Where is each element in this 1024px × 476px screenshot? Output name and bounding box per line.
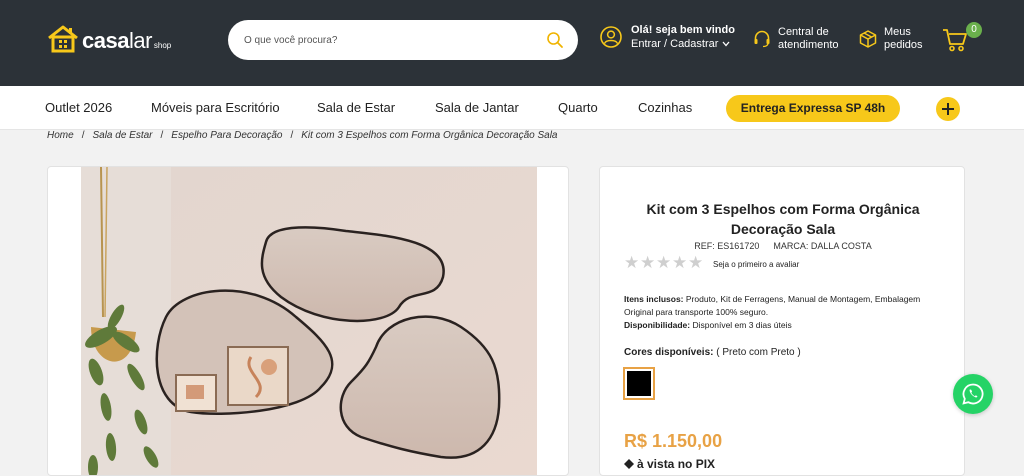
product-price: R$ 1.150,00 — [624, 431, 723, 451]
product-photo[interactable] — [81, 167, 537, 476]
orders-line1: Meus — [884, 26, 911, 38]
whatsapp-button[interactable] — [953, 374, 993, 414]
support-line1: Central de — [778, 26, 829, 38]
product-image-card — [47, 166, 569, 476]
user-icon — [600, 26, 622, 48]
headset-icon — [754, 30, 770, 48]
product-details: Itens inclusos: Produto, Kit de Ferragen… — [624, 294, 921, 330]
product-title: Kit com 3 Espelhos com Forma Orgânica De… — [646, 201, 920, 237]
logo-shop-text: shop — [153, 41, 172, 50]
rating-stars[interactable]: ★ ★ ★ ★ ★ — [624, 253, 704, 272]
pix-note: à vista no PIX — [624, 457, 715, 471]
login-link[interactable]: Entrar / Cadastrar — [631, 38, 735, 50]
site-header: casalar shop Olá! seja bem vindo Entrar … — [0, 0, 1024, 86]
support-line2: atendimento — [778, 39, 839, 51]
search-icon[interactable] — [546, 31, 564, 49]
breadcrumb-sala-estar[interactable]: Sala de Estar — [92, 130, 152, 141]
color-swatch-black[interactable] — [623, 367, 655, 400]
search-input[interactable] — [244, 20, 534, 60]
cart-count-badge: 0 — [966, 22, 982, 38]
logo[interactable]: casalar shop — [46, 24, 171, 54]
breadcrumb-current: Kit com 3 Espelhos com Forma Orgânica De… — [301, 130, 558, 141]
star-icon: ★ — [624, 253, 640, 272]
express-delivery-button[interactable]: Entrega Expressa SP 48h — [726, 95, 900, 122]
orders-link[interactable]: Meus pedidos — [858, 26, 923, 52]
whatsapp-icon — [962, 383, 984, 405]
product-brand: DALLA COSTA — [810, 241, 872, 251]
search-bar — [228, 20, 578, 60]
pix-icon — [624, 459, 634, 469]
breadcrumb: Home / Sala de Estar / Espelho Para Deco… — [47, 130, 558, 141]
logo-text: casalar — [82, 28, 152, 53]
star-icon: ★ — [656, 253, 672, 272]
nav-item-cozinhas[interactable]: Cozinhas — [638, 86, 692, 130]
breadcrumb-espelho[interactable]: Espelho Para Decoração — [171, 130, 282, 141]
orders-line2: pedidos — [884, 39, 923, 51]
nav-item-outlet[interactable]: Outlet 2026 — [45, 86, 112, 130]
star-icon: ★ — [640, 253, 656, 272]
product-info-panel: Kit com 3 Espelhos com Forma Orgânica De… — [599, 166, 965, 476]
nav-item-sala-estar[interactable]: Sala de Estar — [317, 86, 395, 130]
account-greeting: Olá! seja bem vindo — [631, 24, 735, 36]
star-icon: ★ — [672, 253, 688, 272]
more-categories-plus-icon[interactable] — [936, 97, 960, 121]
nav-item-quarto[interactable]: Quarto — [558, 86, 598, 130]
colors-available: Cores disponíveis: ( Preto com Preto ) — [624, 347, 801, 358]
account-menu[interactable]: Olá! seja bem vindo Entrar / Cadastrar — [600, 24, 735, 50]
star-icon: ★ — [688, 253, 704, 272]
breadcrumb-separator: / — [81, 130, 85, 141]
box-icon — [859, 30, 877, 48]
nav-item-moveis-escritorio[interactable]: Móveis para Escritório — [151, 86, 280, 130]
product-ref-brand: REF: ES161720 MARCA: DALLA COSTA — [694, 241, 872, 251]
cart-icon[interactable] — [942, 28, 968, 52]
product-ref: ES161720 — [717, 241, 760, 251]
breadcrumb-separator: / — [290, 130, 294, 141]
review-prompt-link[interactable]: Seja o primeiro a avaliar — [713, 260, 799, 269]
chevron-down-icon — [722, 41, 730, 47]
nav-item-sala-jantar[interactable]: Sala de Jantar — [435, 86, 519, 130]
breadcrumb-separator: / — [160, 130, 164, 141]
support-link[interactable]: Central de atendimento — [752, 26, 839, 52]
house-logo-icon — [48, 25, 78, 53]
breadcrumb-home[interactable]: Home — [47, 130, 74, 141]
